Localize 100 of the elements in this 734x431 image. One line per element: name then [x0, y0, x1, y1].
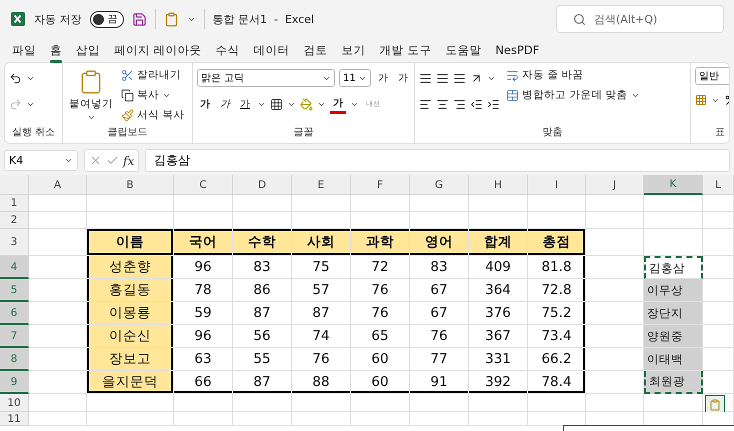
row-header[interactable]: 7 — [0, 325, 29, 348]
column-header[interactable]: G — [410, 175, 469, 195]
column-header[interactable]: F — [351, 175, 410, 195]
border-icon[interactable] — [270, 98, 283, 110]
sheet-cell[interactable] — [29, 302, 87, 325]
row-header[interactable]: 1 — [0, 195, 29, 212]
sheet-cell[interactable] — [233, 394, 292, 412]
sheet-cell[interactable] — [410, 394, 469, 412]
cancel-icon[interactable] — [89, 154, 102, 167]
sheet-cell[interactable] — [292, 195, 351, 212]
save-icon[interactable] — [132, 12, 146, 26]
sheet-cell[interactable] — [87, 212, 174, 229]
sheet-cell[interactable] — [586, 371, 644, 394]
indent-increase-icon[interactable] — [487, 98, 500, 110]
sheet-cell[interactable] — [703, 394, 734, 412]
align-top-icon[interactable] — [419, 72, 432, 84]
sheet-cell[interactable] — [703, 229, 734, 256]
row-header[interactable]: 5 — [0, 279, 29, 302]
sheet-cell[interactable] — [29, 325, 87, 348]
search-field[interactable]: 검색(Alt+Q) — [556, 5, 724, 33]
sheet-cell[interactable] — [29, 256, 87, 279]
sheet-cell[interactable] — [292, 412, 351, 426]
menu-tab[interactable]: 데이터 — [248, 40, 296, 60]
sheet-cell[interactable] — [351, 212, 410, 229]
menu-tab[interactable]: 페이지 레이아웃 — [108, 40, 208, 60]
sheet-cell[interactable] — [703, 195, 734, 212]
sheet-cell[interactable] — [351, 195, 410, 212]
align-right-icon[interactable] — [453, 98, 466, 110]
sheet-cell[interactable] — [586, 325, 644, 348]
fill-color-icon[interactable] — [300, 98, 313, 110]
sheet-cell[interactable] — [644, 229, 703, 256]
sheet-cell[interactable] — [29, 229, 87, 256]
sheet-cell[interactable] — [410, 195, 469, 212]
sheet-cell[interactable] — [174, 412, 233, 426]
sheet-cell[interactable] — [644, 212, 703, 229]
sheet-cell[interactable] — [586, 302, 644, 325]
sheet-cell[interactable] — [644, 394, 703, 412]
align-middle-icon[interactable] — [436, 72, 449, 84]
name-cell[interactable]: 김홍삼 — [644, 256, 703, 279]
sheet-cell[interactable] — [174, 195, 233, 212]
name-cell[interactable]: 장단지 — [644, 302, 703, 325]
grow-font-button[interactable]: 가 — [375, 70, 391, 86]
column-header[interactable]: K — [644, 175, 703, 195]
sheet-cell[interactable] — [703, 325, 734, 348]
sheet-cell[interactable] — [528, 212, 586, 229]
column-header[interactable]: C — [174, 175, 233, 195]
sheet-cell[interactable] — [29, 394, 87, 412]
sheet-cell[interactable] — [528, 394, 586, 412]
name-box[interactable]: K4 — [4, 150, 78, 171]
sheet-cell[interactable] — [29, 412, 87, 426]
sheet-cell[interactable] — [29, 195, 87, 212]
font-size-field[interactable]: 11 — [339, 69, 371, 87]
sheet-cell[interactable] — [586, 212, 644, 229]
menu-tab[interactable]: 검토 — [298, 40, 334, 60]
align-center-icon[interactable] — [436, 98, 449, 110]
row-header[interactable]: 10 — [0, 394, 29, 412]
row-header[interactable]: 6 — [0, 302, 29, 325]
column-header[interactable]: I — [528, 175, 586, 195]
column-header[interactable]: A — [29, 175, 87, 195]
sheet-cell[interactable] — [87, 394, 174, 412]
sheet-cell[interactable] — [586, 256, 644, 279]
menu-tab[interactable]: 삽입 — [70, 40, 106, 60]
column-header[interactable]: J — [586, 175, 644, 195]
menu-tab[interactable]: 보기 — [336, 40, 372, 60]
column-header[interactable]: D — [233, 175, 292, 195]
sheet-cell[interactable] — [703, 279, 734, 302]
shrink-font-button[interactable]: 가 — [395, 70, 411, 86]
paste-button[interactable]: 붙여넣기 — [67, 67, 115, 125]
menu-tab[interactable]: 홈 — [44, 40, 68, 60]
font-name-field[interactable]: 맑은 고딕 — [197, 69, 335, 87]
sheet-cell[interactable] — [29, 279, 87, 302]
menu-tab[interactable]: 도움말 — [439, 40, 488, 60]
sheet-cell[interactable] — [528, 195, 586, 212]
formula-field[interactable]: 김홍삼 — [145, 149, 730, 172]
undo-icon[interactable] — [9, 72, 22, 84]
bold-button[interactable]: 가 — [197, 96, 213, 112]
clipboard-icon[interactable] — [164, 12, 178, 26]
sheet-cell[interactable] — [410, 212, 469, 229]
menu-tab[interactable]: 수식 — [210, 40, 246, 60]
wrap-text-button[interactable]: 자동 줄 바꿈 — [504, 67, 642, 83]
merge-center-button[interactable]: 병합하고 가운데 맞춤 — [504, 87, 642, 103]
row-header[interactable]: 3 — [0, 229, 29, 256]
sheet-cell[interactable] — [29, 371, 87, 394]
sheet-cell[interactable] — [233, 212, 292, 229]
number-format-field[interactable]: 일반 — [695, 67, 729, 85]
sheet-cell[interactable] — [586, 229, 644, 256]
sheet-cell[interactable] — [586, 279, 644, 302]
sheet-cell[interactable] — [29, 348, 87, 371]
sheet-cell[interactable] — [410, 412, 469, 426]
sheet-cell[interactable] — [292, 212, 351, 229]
italic-button[interactable]: 가 — [217, 96, 233, 112]
column-header[interactable]: L — [703, 175, 734, 195]
sheet-cell[interactable] — [528, 412, 586, 426]
column-header[interactable]: B — [87, 175, 174, 195]
sheet-cell[interactable] — [29, 212, 87, 229]
sheet-cell[interactable] — [233, 195, 292, 212]
copy-button[interactable]: 복사 — [119, 87, 186, 103]
sheet-cell[interactable] — [87, 412, 174, 426]
menu-tab[interactable]: NesPDF — [489, 40, 546, 60]
name-cell[interactable]: 이태백 — [644, 348, 703, 371]
